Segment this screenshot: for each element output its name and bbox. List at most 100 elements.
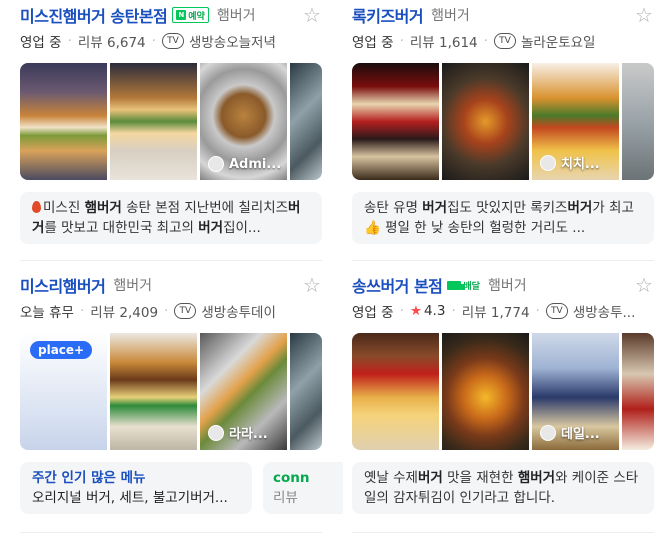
photo-thumbnail[interactable] (352, 333, 439, 450)
business-status: 영업 중 (352, 305, 394, 321)
highlighted-keyword: 햄버거 (517, 470, 556, 486)
photo-author: 라라... (208, 423, 268, 442)
photo-thumbnail[interactable] (442, 333, 529, 450)
snippet-fragment: 평일 한 낮 송탄의 헐렁한 거리도 ... (380, 220, 586, 236)
place-name-link[interactable]: 록키즈버거 (352, 3, 424, 27)
reservation-badge[interactable]: N 예약 (172, 7, 209, 23)
place-plus-badge: place+ (30, 341, 93, 359)
photo-gallery[interactable]: place+ 라라... (20, 333, 322, 450)
tv-program: 놀라운토요일 (520, 35, 596, 51)
separator-dot: · (535, 303, 540, 319)
snippet-text: 송탄 유명 버거집도 맛있지만 록키즈버거가 최고👍 평일 한 낮 송탄의 헐렁… (364, 200, 634, 236)
separator-dot: · (151, 33, 156, 49)
secondary-theme-title: conn (273, 470, 310, 486)
business-status: 영업 중 (352, 35, 394, 51)
photo-thumbnail[interactable]: 치치... (532, 63, 619, 180)
place-meta: 오늘 휴무 · 리뷰 2,409 · TV 생방송투데이 (20, 300, 322, 322)
review-count[interactable]: 리뷰 1,774 (462, 301, 530, 321)
review-snippet[interactable]: 미스진 햄버거 송탄 본점 지난번에 칠리치즈버거를 맛보고 대한민국 최고의 … (20, 192, 322, 244)
tv-icon: TV (174, 303, 197, 319)
photo-author: Admi... (208, 156, 281, 172)
highlighted-keyword: 버거 (417, 470, 443, 486)
avatar (540, 424, 556, 441)
tv-program: 생방송투데이 (201, 305, 276, 321)
snippet-fragment: 가 최고 (592, 200, 634, 216)
photo-thumbnail[interactable]: place+ (20, 333, 107, 450)
review-count[interactable]: 리뷰 1,614 (410, 31, 478, 51)
separator-dot: · (399, 303, 404, 319)
rating-value: 4.3 (423, 303, 446, 319)
separator-dot: · (399, 33, 404, 49)
truck-icon (447, 280, 466, 290)
photo-gallery[interactable]: Admi... (20, 63, 322, 180)
photo-thumbnail[interactable] (20, 63, 107, 180)
photo-thumbnail[interactable]: 데일... (532, 333, 619, 450)
rating-star-icon: ★ (409, 303, 422, 319)
review-count[interactable]: 리뷰 6,674 (78, 31, 146, 51)
photo-thumbnail[interactable] (622, 63, 654, 180)
place-title-row: 미스리햄버거 햄버거 ☆ (20, 270, 322, 300)
place-category: 햄버거 (431, 8, 470, 24)
place-card: 송쓰버거 본점 배달 햄버거 ☆ 영업 중 · ★ 4.3 · 리뷰 1,774… (352, 270, 654, 514)
photo-author: 데일... (540, 423, 600, 442)
naver-icon: N (176, 10, 187, 20)
photo-thumbnail[interactable] (442, 63, 529, 180)
place-name-link[interactable]: 송쓰버거 본점 (352, 273, 443, 297)
snippet-fragment: 집이... (223, 220, 261, 236)
separator-dot: · (67, 33, 72, 49)
tv-program: 생방송오늘저녁 (188, 35, 276, 51)
photo-thumbnail[interactable] (290, 333, 322, 450)
author-name: 데일... (561, 427, 600, 442)
review-snippet[interactable]: 송탄 유명 버거집도 맛있지만 록키즈버거가 최고👍 평일 한 낮 송탄의 헐렁… (352, 192, 654, 244)
pin-icon (32, 201, 41, 213)
secondary-theme-text: 리뷰 (273, 490, 298, 506)
separator-dot: · (164, 303, 169, 319)
review-snippet[interactable]: 옛날 수제버거 맛을 재현한 햄버거와 케이준 스타일의 감자튀김이 인기라고 … (352, 462, 654, 514)
snippet-fragment: 집도 맛있지만 록키즈 (447, 200, 568, 216)
place-card: 록키즈버거 햄버거 ☆ 영업 중 · 리뷰 1,614 · TV 놀라운토요일 … (352, 0, 654, 244)
avatar (540, 154, 556, 171)
highlighted-keyword: 버거 (567, 200, 593, 216)
photo-thumbnail[interactable] (290, 63, 322, 180)
author-name: Admi... (229, 156, 282, 172)
highlighted-keyword: 버거 (198, 220, 224, 236)
badge-label: 예약 (188, 11, 205, 22)
place-title-row: 송쓰버거 본점 배달 햄버거 ☆ (352, 270, 654, 300)
snippet-text: 옛날 수제버거 맛을 재현한 햄버거와 케이준 스타일의 감자튀김이 인기라고 … (364, 470, 638, 506)
separator-dot: · (451, 303, 456, 319)
snippet-fragment: 맛을 재현한 (442, 470, 518, 486)
popular-menu-card[interactable]: 주간 인기 많은 메뉴 오리지널 버거, 세트, 불고기버거... (20, 462, 252, 514)
business-status: 오늘 휴무 (20, 305, 74, 321)
photo-thumbnail[interactable]: 라라... (200, 333, 287, 450)
place-title-row: 미스진햄버거 송탄본점 N 예약 햄버거 ☆ (20, 0, 322, 30)
snippet-fragment: 송탄 유명 (364, 200, 423, 216)
secondary-theme-card[interactable]: conn 리뷰 (263, 462, 343, 514)
separator-dot: · (79, 303, 85, 319)
place-category: 햄버거 (113, 278, 152, 294)
photo-thumbnail[interactable] (352, 63, 439, 180)
photo-author: 치치... (540, 153, 600, 172)
photo-thumbnail[interactable] (110, 63, 197, 180)
bookmark-star-icon[interactable]: ☆ (634, 275, 654, 295)
photo-gallery[interactable]: 치치... (352, 63, 654, 180)
snippet-fragment: 를 맛보고 대한민국 최고의 (44, 220, 199, 236)
photo-thumbnail[interactable] (622, 333, 654, 450)
bookmark-star-icon[interactable]: ☆ (302, 275, 322, 295)
snippet-fragment: 송탄 본점 지난번에 칠리치즈 (121, 200, 289, 216)
delivery-badge[interactable]: 배달 (447, 277, 480, 293)
place-meta: 영업 중 · ★ 4.3 · 리뷰 1,774 · TV 생방송투... (352, 300, 654, 322)
bookmark-star-icon[interactable]: ☆ (302, 5, 322, 25)
photo-thumbnail[interactable] (110, 333, 197, 450)
place-name-link[interactable]: 미스리햄버거 (20, 273, 106, 297)
review-count[interactable]: 리뷰 2,409 (90, 301, 158, 321)
divider (20, 532, 322, 533)
snippet-fragment: 미스진 (43, 200, 85, 216)
photo-gallery[interactable]: 데일... (352, 333, 654, 450)
bookmark-star-icon[interactable]: ☆ (634, 5, 654, 25)
popular-menu-items: 오리지널 버거, 세트, 불고기버거... (32, 490, 228, 506)
place-card: 미스리햄버거 햄버거 ☆ 오늘 휴무 · 리뷰 2,409 · TV 생방송투데… (20, 270, 343, 514)
snippet-fragment: 👍 (364, 220, 381, 236)
author-name: 치치... (561, 157, 600, 172)
photo-thumbnail[interactable]: Admi... (200, 63, 287, 180)
place-name-link[interactable]: 미스진햄버거 송탄본점 (20, 3, 168, 27)
